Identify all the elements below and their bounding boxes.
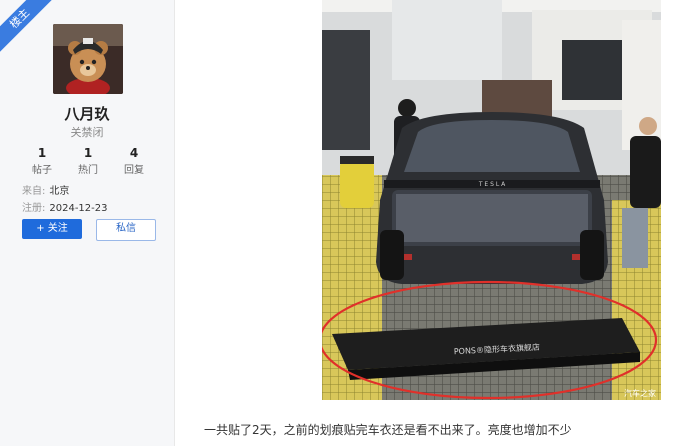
bear-avatar-icon xyxy=(53,24,123,94)
stat-replies[interactable]: 4 回复 xyxy=(114,146,154,176)
follow-button[interactable]: + 关注 xyxy=(22,219,82,239)
author-sidebar: 楼主 八月玖 关禁闭 1 帖子 1 热门 4 回复 来自: 北京 注册: 202… xyxy=(0,0,175,446)
location-label: 来自: xyxy=(22,186,46,197)
user-location: 来自: 北京 xyxy=(22,182,69,197)
stat-hot[interactable]: 1 热门 xyxy=(68,146,108,176)
op-badge: 楼主 xyxy=(0,0,61,60)
stat-label: 回复 xyxy=(124,165,144,176)
post-caption: 一共贴了2天，之前的划痕贴完车衣还是看不出来了。亮度也增加不少 xyxy=(204,423,572,437)
stat-value: 1 xyxy=(37,146,47,160)
avatar[interactable] xyxy=(53,24,123,94)
stat-label: 热门 xyxy=(78,165,98,176)
stat-value: 4 xyxy=(129,146,139,160)
post-photo[interactable]: T E S L A PONS®隐形车衣旗舰店 汽车之家 xyxy=(322,0,661,400)
username[interactable]: 八月玖 xyxy=(0,103,174,124)
car-brand-text: T E S L A xyxy=(478,181,506,188)
user-stats: 1 帖子 1 热门 4 回复 xyxy=(22,146,154,176)
watermark: 汽车之家 xyxy=(624,388,656,398)
user-registered: 注册: 2024-12-23 xyxy=(22,199,108,214)
registered-value: 2024-12-23 xyxy=(49,203,108,214)
car-photo-image: T E S L A PONS®隐形车衣旗舰店 汽车之家 xyxy=(322,0,661,400)
message-button[interactable]: 私信 xyxy=(96,219,156,241)
stat-label: 帖子 xyxy=(32,165,52,176)
stat-posts[interactable]: 1 帖子 xyxy=(22,146,62,176)
user-tag: 关禁闭 xyxy=(70,126,104,139)
registered-label: 注册: xyxy=(22,203,46,214)
stat-value: 1 xyxy=(83,146,93,160)
location-value: 北京 xyxy=(49,186,70,197)
